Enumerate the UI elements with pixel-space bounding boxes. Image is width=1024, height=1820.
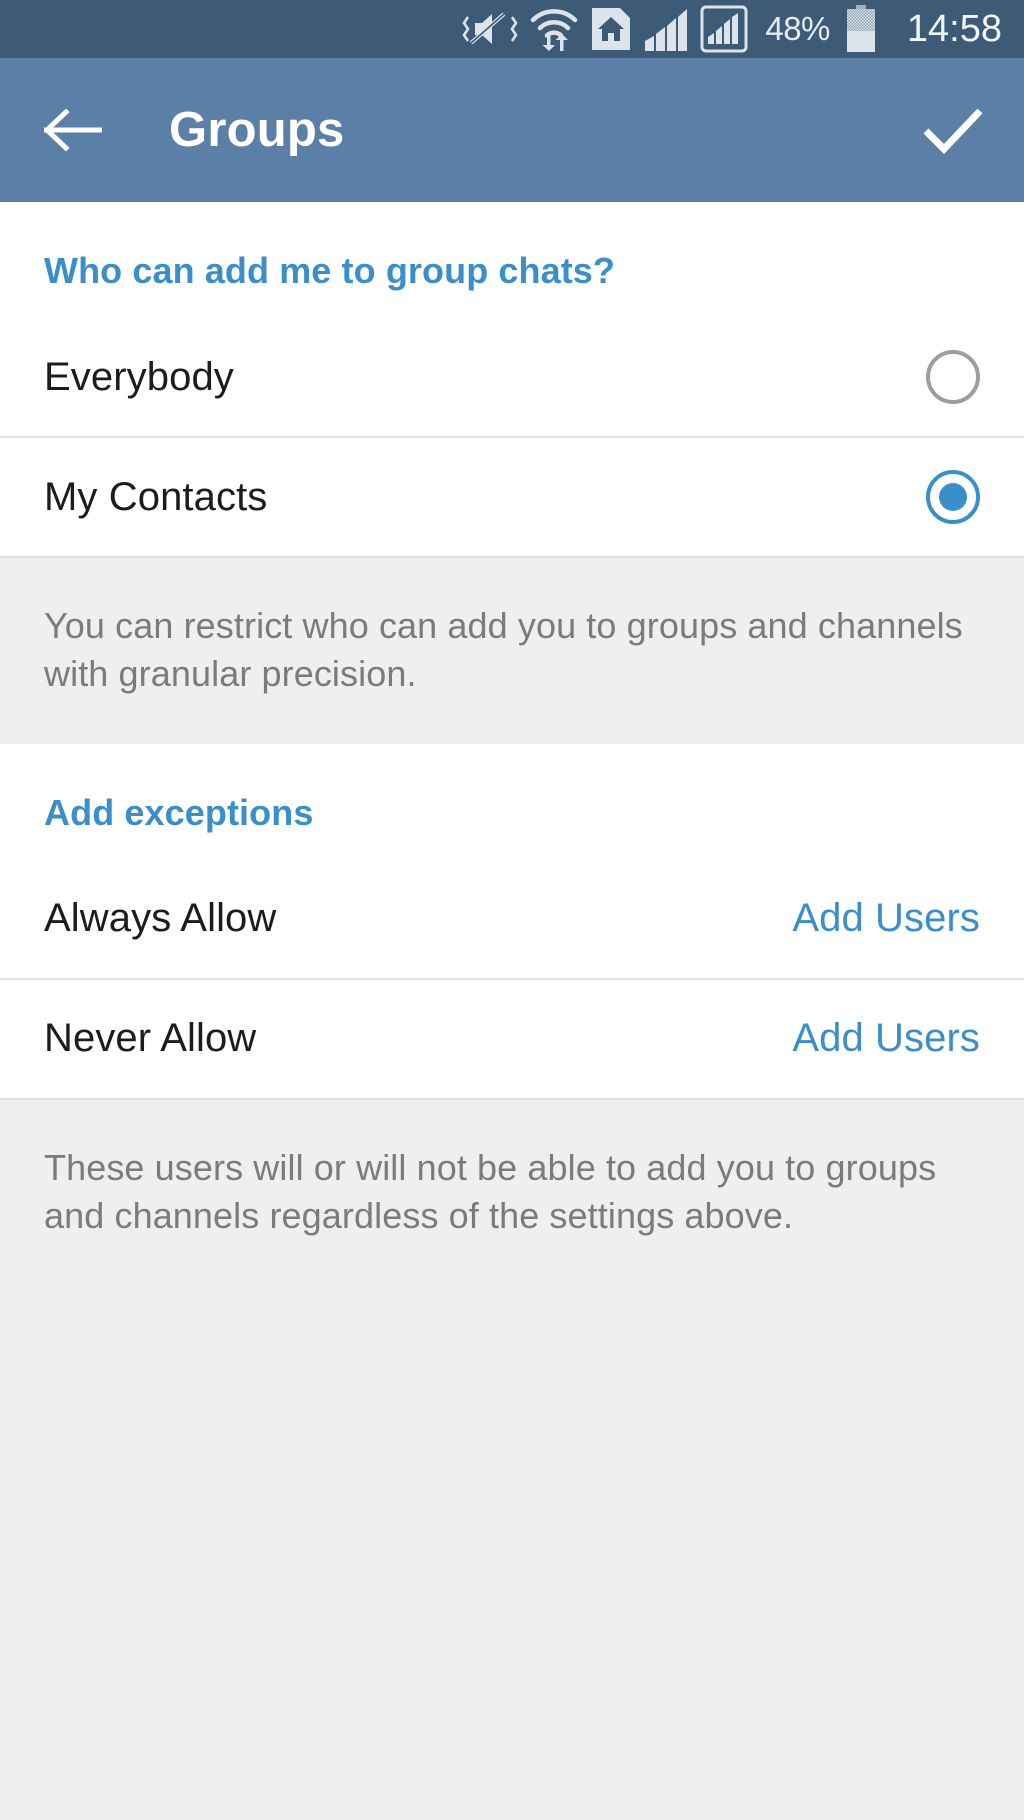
sim-home-icon — [592, 8, 631, 50]
exception-label-always-allow: Always Allow — [44, 896, 277, 941]
done-button[interactable] — [920, 97, 986, 163]
exception-row-never-allow[interactable]: Never Allow Add Users — [0, 979, 1024, 1098]
battery-percent-label: 48% — [765, 10, 830, 47]
back-button[interactable] — [42, 99, 104, 161]
option-label-everybody: Everybody — [44, 354, 234, 399]
status-bar-icons: 48% 14:58 — [462, 0, 1002, 58]
clock-label: 14:58 — [906, 7, 1002, 50]
add-users-button-always-allow[interactable]: Add Users — [792, 896, 980, 941]
battery-icon — [846, 5, 875, 52]
exceptions-section-header: Add exceptions — [44, 791, 314, 833]
radio-everybody[interactable] — [926, 350, 980, 404]
exception-row-always-allow[interactable]: Always Allow Add Users — [0, 859, 1024, 978]
signal-boxed-icon — [700, 5, 748, 53]
option-row-my-contacts[interactable]: My Contacts — [0, 438, 1024, 556]
wifi-icon — [531, 9, 578, 51]
checkmark-icon — [923, 108, 983, 155]
exception-label-never-allow: Never Allow — [44, 1016, 257, 1061]
mute-vibrate-icon — [462, 12, 518, 45]
app-bar: Groups — [0, 58, 1024, 202]
signal-bars-icon — [645, 9, 688, 51]
radio-my-contacts[interactable] — [926, 470, 980, 524]
back-arrow-icon — [44, 109, 102, 151]
privacy-section: Who can add me to group chats? Everybody… — [0, 202, 1024, 556]
settings-content: Who can add me to group chats? Everybody… — [0, 202, 1024, 1286]
privacy-footer: You can restrict who can add you to grou… — [0, 556, 1024, 744]
option-row-everybody[interactable]: Everybody — [0, 318, 1024, 436]
exceptions-footer-text: These users will or will not be able to … — [44, 1146, 937, 1236]
status-bar: 48% 14:58 — [0, 0, 1024, 58]
page-title: Groups — [169, 103, 345, 157]
option-label-my-contacts: My Contacts — [44, 474, 268, 519]
privacy-section-header: Who can add me to group chats? — [44, 250, 616, 291]
privacy-footer-text: You can restrict who can add you to grou… — [44, 605, 963, 694]
add-users-button-never-allow[interactable]: Add Users — [792, 1016, 980, 1061]
exceptions-footer: These users will or will not be able to … — [0, 1097, 1024, 1286]
exceptions-section: Add exceptions Always Allow Add Users Ne… — [0, 743, 1024, 1098]
app-screen: 48% 14:58 Groups Who can add me to group… — [0, 0, 1024, 1820]
